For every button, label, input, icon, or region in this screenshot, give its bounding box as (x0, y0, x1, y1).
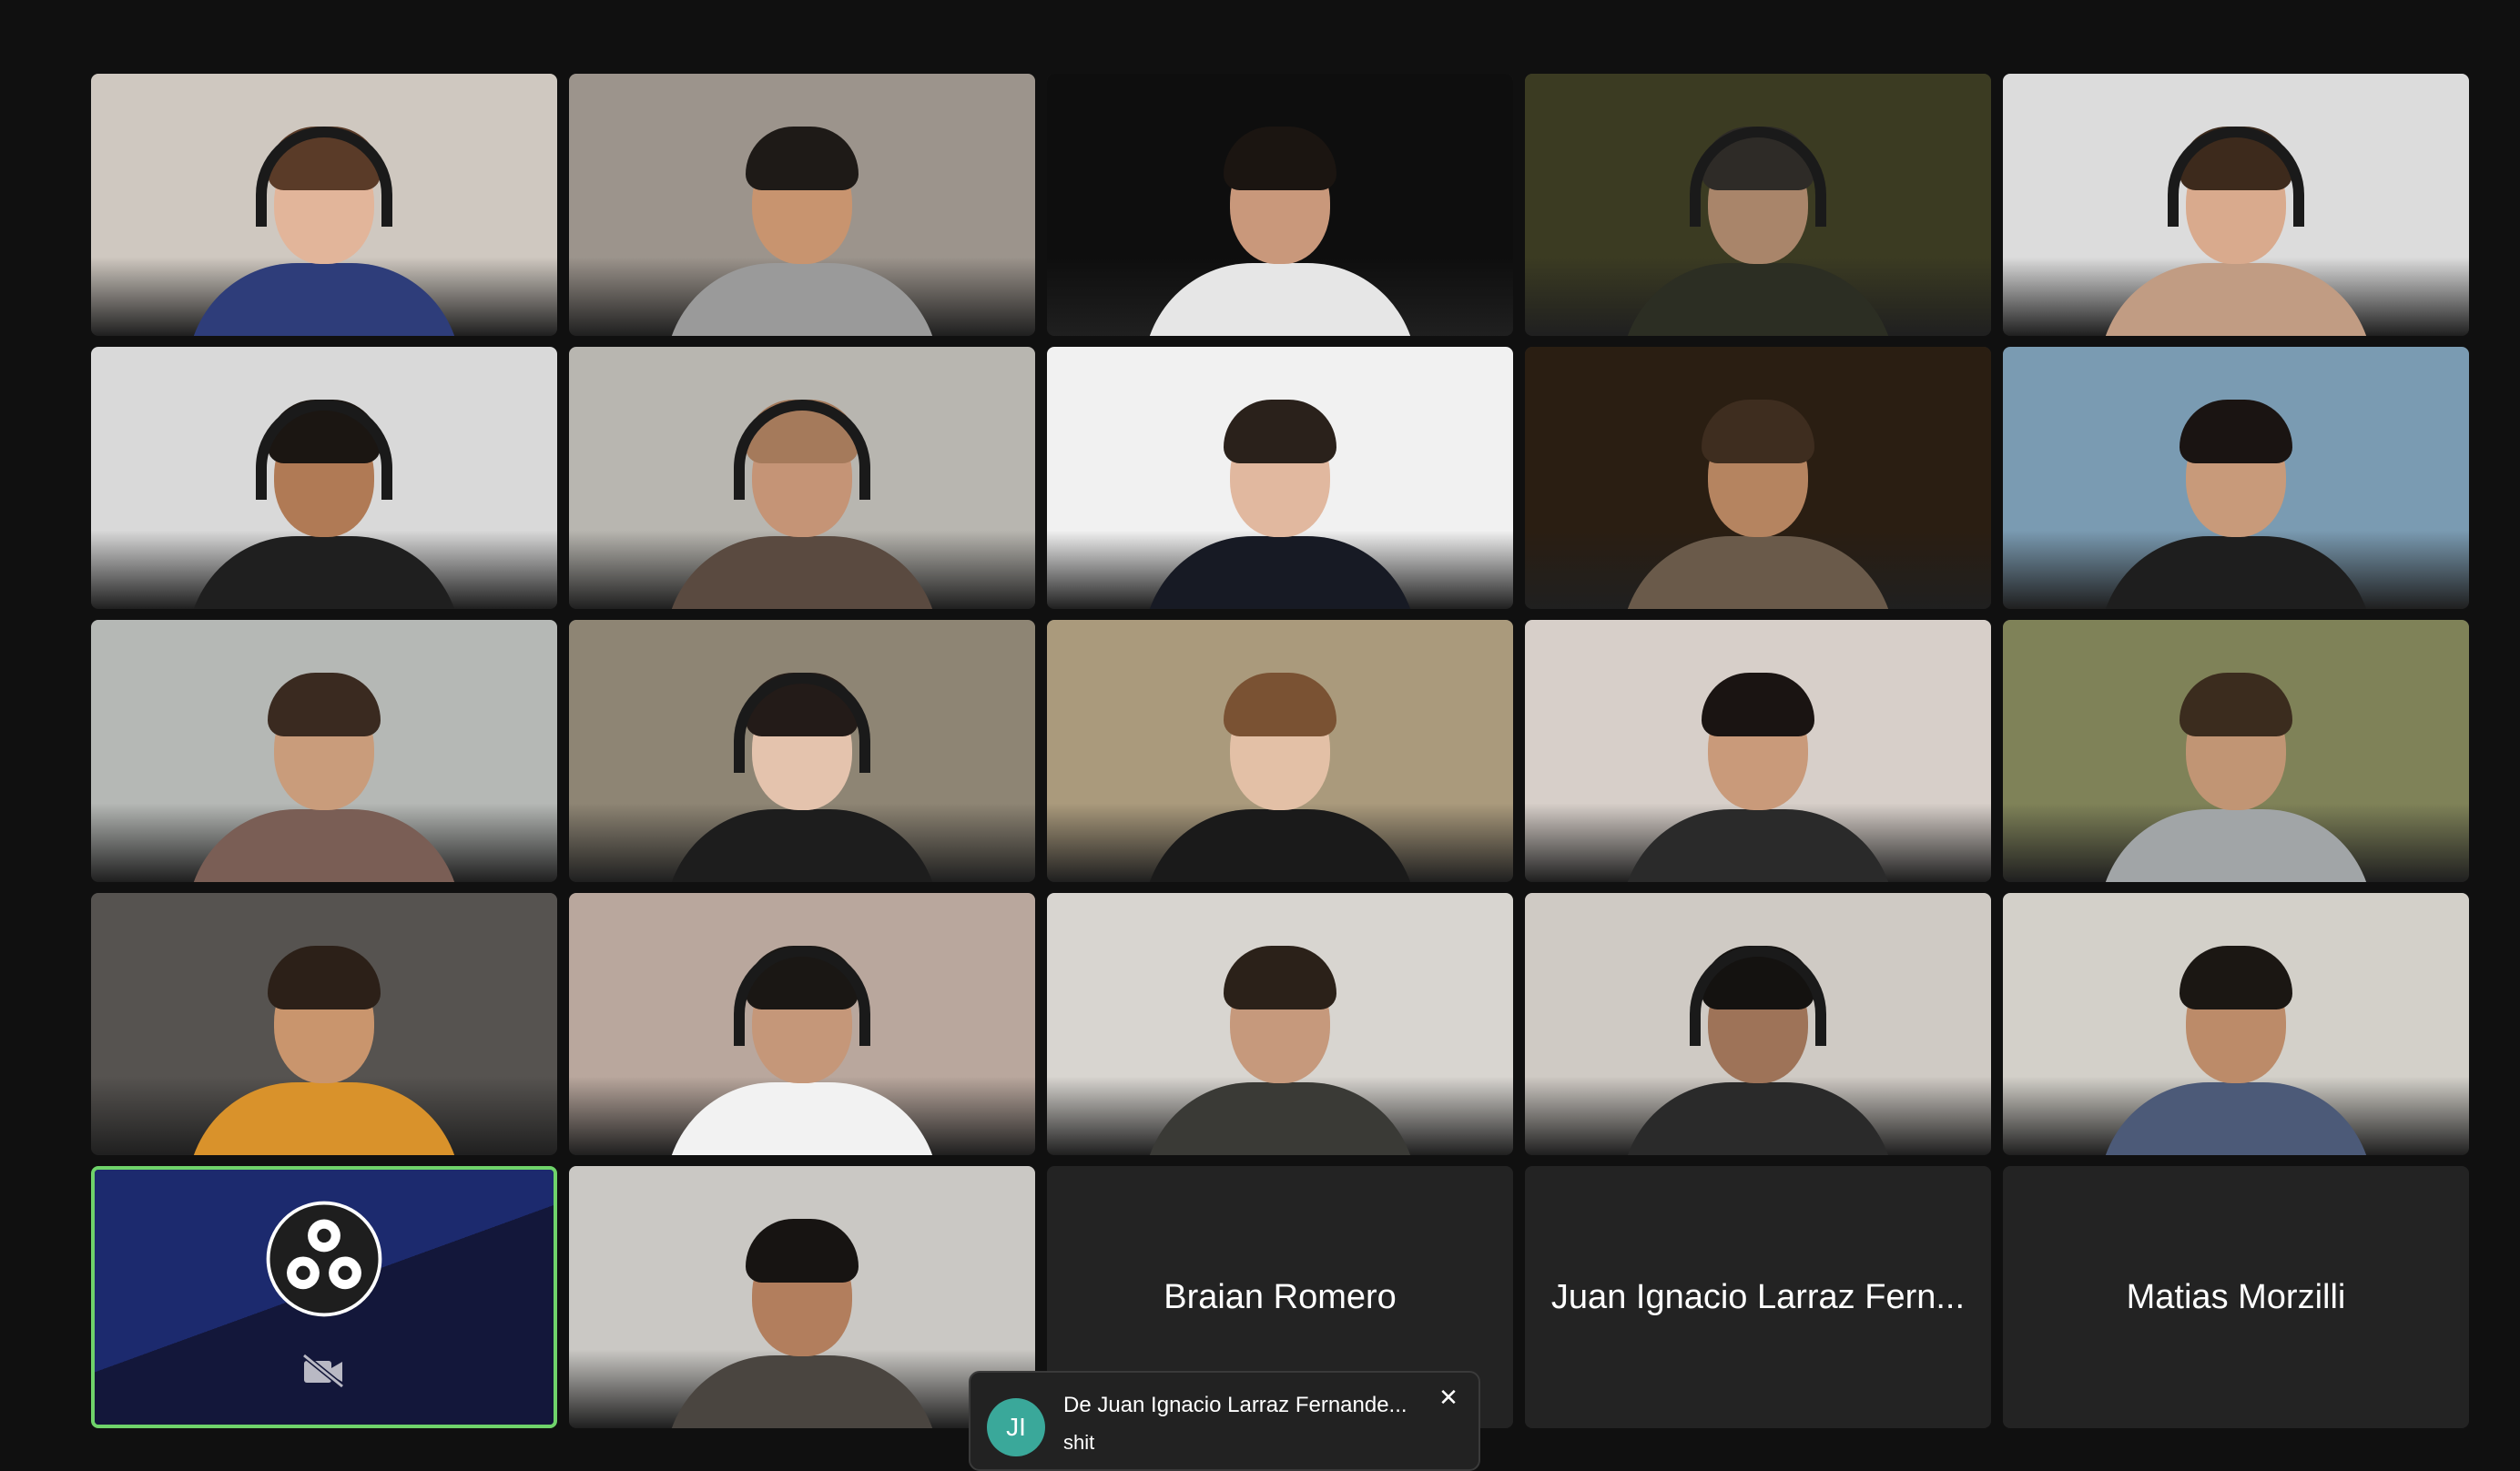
participant-video-tile[interactable] (2003, 74, 2469, 336)
video-feed (91, 620, 557, 882)
participant-video-tile[interactable] (569, 1166, 1035, 1428)
participant-video-tile[interactable] (569, 347, 1035, 609)
video-feed (1525, 347, 1991, 609)
participant-video-tile[interactable] (91, 620, 557, 882)
video-feed (2003, 74, 2469, 336)
participant-video-tile[interactable] (2003, 893, 2469, 1155)
chat-sender: De Juan Ignacio Larraz Fernande... (1063, 1393, 1407, 1417)
participant-video-tile[interactable] (91, 74, 557, 336)
video-feed (569, 620, 1035, 882)
video-feed (569, 74, 1035, 336)
video-feed (1047, 893, 1513, 1155)
sender-avatar: JI (987, 1398, 1045, 1456)
participant-video-tile[interactable] (1525, 620, 1991, 882)
obs-logo-icon (266, 1201, 382, 1317)
participant-name: Juan Ignacio Larraz Fern... (1550, 1277, 1966, 1316)
participant-video-tile[interactable] (1525, 347, 1991, 609)
close-icon[interactable]: ✕ (1435, 1384, 1462, 1411)
video-feed (2003, 620, 2469, 882)
participant-name-tile[interactable]: Matias Morzilli (2003, 1166, 2469, 1428)
participant-video-tile[interactable] (91, 347, 557, 609)
chat-message: shit (1063, 1431, 1095, 1454)
video-feed (91, 347, 557, 609)
participant-video-tile[interactable] (569, 620, 1035, 882)
participant-video-tile[interactable] (1047, 893, 1513, 1155)
participant-video-tile[interactable] (2003, 620, 2469, 882)
video-feed (2003, 893, 2469, 1155)
video-feed (1047, 347, 1513, 609)
participant-video-tile[interactable] (2003, 347, 2469, 609)
video-feed (569, 1166, 1035, 1428)
participant-obs-tile[interactable] (91, 1166, 557, 1428)
chat-notification[interactable]: JI De Juan Ignacio Larraz Fernande... sh… (969, 1371, 1480, 1471)
video-feed (1525, 620, 1991, 882)
video-feed (91, 74, 557, 336)
participant-video-tile[interactable] (1047, 347, 1513, 609)
video-feed (1525, 74, 1991, 336)
participant-video-tile[interactable] (569, 74, 1035, 336)
video-feed (1047, 620, 1513, 882)
participant-video-tile[interactable] (569, 893, 1035, 1155)
video-feed (91, 893, 557, 1155)
participant-name: Matias Morzilli (2126, 1277, 2346, 1316)
participant-video-tile[interactable] (1047, 620, 1513, 882)
participant-video-tile[interactable] (91, 893, 557, 1155)
video-feed (1525, 893, 1991, 1155)
participant-video-tile[interactable] (1525, 893, 1991, 1155)
participant-name-tile[interactable]: Juan Ignacio Larraz Fern... (1525, 1166, 1991, 1428)
camera-off-icon (302, 1353, 344, 1388)
participant-video-tile[interactable] (1525, 74, 1991, 336)
participant-video-tile[interactable] (1047, 74, 1513, 336)
video-feed (1047, 74, 1513, 336)
video-feed (2003, 347, 2469, 609)
gallery-view: Braian Romero Juan Ignacio Larraz Fern...… (91, 74, 2469, 1428)
participant-name: Braian Romero (1163, 1277, 1397, 1316)
video-feed (569, 893, 1035, 1155)
video-feed (569, 347, 1035, 609)
